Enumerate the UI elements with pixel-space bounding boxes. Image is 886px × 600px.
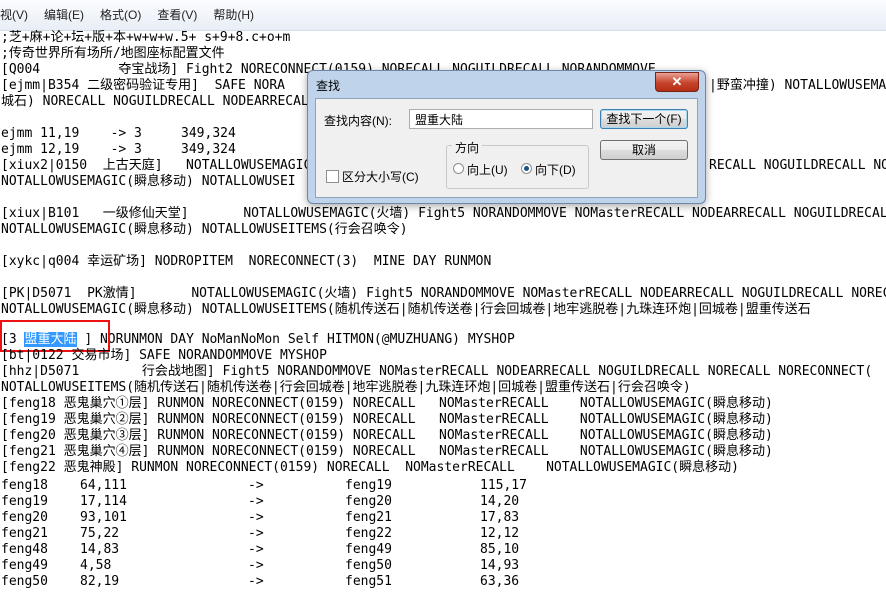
portal-dst-map: feng22	[345, 526, 392, 541]
portal-src-coords: 75,22	[80, 526, 120, 541]
portal-arrow: ->	[248, 526, 264, 541]
portal-arrow: ->	[248, 574, 264, 589]
text-line: [PK|D5071 PK激情] NOTALLOWUSEMAGIC(火墙) Fig…	[1, 286, 886, 301]
portal-dst-map: feng19	[345, 478, 392, 493]
text-line: ;传奇世界所有场所/地图座标配置文件	[1, 46, 225, 61]
portal-src-map: feng21	[1, 526, 48, 541]
close-icon: ✕	[671, 74, 683, 89]
portal-dst-map: feng50	[345, 558, 392, 573]
portal-arrow: ->	[248, 558, 264, 573]
text-line: ;芝+麻+论+坛+版+本+w+w+w.5+ s+9+8.c+o+m	[1, 30, 291, 45]
portal-src-map: feng19	[1, 494, 48, 509]
text-line: 城石) NORECALL NOGUILDRECALL NODEARRECALL	[1, 94, 317, 109]
menu-help[interactable]: 帮助(H)	[209, 0, 266, 30]
text-line: NOTALLOWUSEMAGIC(瞬息移动) NOTALLOWUSEI	[1, 174, 296, 189]
text-line: [xiux|B101 一级修仙天堂] NOTALLOWUSEMAGIC(火墙) …	[1, 206, 886, 221]
cancel-button[interactable]: 取消	[600, 140, 688, 160]
portal-src-map: feng49	[1, 558, 48, 573]
close-button[interactable]: ✕	[655, 72, 699, 92]
direction-up-label: 向上(U)	[467, 163, 508, 177]
portal-src-map: feng20	[1, 510, 48, 525]
text-line: NOTALLOWUSEMAGIC(瞬息移动) NOTALLOWUSEITEMS(…	[1, 302, 811, 317]
portal-dst-map: feng21	[345, 510, 392, 525]
portal-src-map: feng48	[1, 542, 48, 557]
match-case-checkbox[interactable]	[326, 170, 339, 183]
portal-src-coords: 17,114	[80, 494, 127, 509]
text-fragment: RECALL NOGUILDRECALL NO	[709, 158, 886, 173]
text-line: [feng19 恶鬼巢穴②层] RUNMON NORECONNECT(0159)…	[1, 412, 773, 427]
portal-dst-map: feng20	[345, 494, 392, 509]
find-next-button[interactable]: 查找下一个(F)	[600, 109, 688, 129]
portal-dst-coords: 85,10	[480, 542, 520, 557]
portal-dst-coords: 115,17	[480, 478, 527, 493]
match-case-label: 区分大小写(C)	[342, 170, 419, 184]
direction-up-radio[interactable]	[453, 163, 464, 174]
text-line: ejmm 12,19 -> 3 349,324	[1, 142, 236, 157]
portal-src-map: feng50	[1, 574, 48, 589]
portal-dst-map: feng49	[345, 542, 392, 557]
portal-src-coords: 14,83	[80, 542, 120, 557]
text-fragment: |野蛮冲撞) NOTALLOWUSEMAGIC	[709, 78, 886, 93]
text-line: [feng21 恶鬼巢穴④层] RUNMON NORECONNECT(0159)…	[1, 444, 773, 459]
text-line: [hhz|D5071 行会战地图] Fight5 NORANDOMMOVE NO…	[1, 364, 873, 379]
portal-src-coords: 82,19	[80, 574, 120, 589]
text-line: [feng20 恶鬼巢穴③层] RUNMON NORECONNECT(0159)…	[1, 428, 773, 443]
portal-src-coords: 4,58	[80, 558, 112, 573]
portal-arrow: ->	[248, 478, 264, 493]
text-line: [xykc|q004 幸运矿场] NODROPITEM NORECONNECT(…	[1, 254, 492, 269]
text-line: ejmm 11,19 -> 3 349,324	[1, 126, 236, 141]
portal-arrow: ->	[248, 494, 264, 509]
direction-label: 方向	[452, 139, 483, 156]
portal-dst-coords: 17,83	[480, 510, 520, 525]
text-line: NOTALLOWUSEITEMS(随机传送石|随机传送卷|行会回城卷|地牢逃脱卷…	[1, 380, 691, 395]
text-line: [bt|0122 交易市场] SAFE NORANDOMMOVE MYSHOP	[1, 348, 327, 363]
portal-dst-coords: 12,12	[480, 526, 520, 541]
menu-bar: 视(V) 编辑(E) 格式(O) 查看(V) 帮助(H)	[0, 0, 886, 31]
find-dialog: 查找 ✕ 查找内容(N): 查找下一个(F) 取消 方向 向上(U) 向下(D)…	[307, 70, 706, 204]
menu-view[interactable]: 查看(V)	[153, 0, 209, 30]
dialog-body: 查找内容(N): 查找下一个(F) 取消 方向 向上(U) 向下(D) 区分大小…	[315, 98, 698, 198]
text-line: [ejmm|B354 二级密码验证专用] SAFE NORA	[1, 78, 286, 93]
portal-arrow: ->	[248, 510, 264, 525]
text-line: [feng22 恶鬼神殿] RUNMON NORECONNECT(0159) N…	[1, 460, 739, 475]
direction-down-label: 向下(D)	[535, 163, 576, 177]
direction-down-radio[interactable]	[521, 163, 532, 174]
portal-src-map: feng18	[1, 478, 48, 493]
text-line: [feng18 恶鬼巢穴①层] RUNMON NORECONNECT(0159)…	[1, 396, 773, 411]
text-line: [xiux2|0150 上古天庭] NOTALLOWUSEMAGIC	[1, 158, 312, 173]
find-input[interactable]	[409, 109, 593, 129]
portal-dst-map: feng51	[345, 574, 392, 589]
menu-format[interactable]: 格式(O)	[96, 0, 153, 30]
portal-src-coords: 93,101	[80, 510, 127, 525]
menu-view-partial[interactable]: 视(V)	[0, 0, 40, 30]
portal-dst-coords: 63,36	[480, 574, 520, 589]
line-rest: ] NORUNMON DAY NoManNoMon Self HITMON(@M…	[76, 332, 515, 347]
dialog-title: 查找	[316, 79, 341, 93]
find-label: 查找内容(N):	[324, 114, 392, 128]
text-line: NOTALLOWUSEMAGIC(瞬息移动) NOTALLOWUSEITEMS(…	[1, 222, 408, 237]
portal-dst-coords: 14,20	[480, 494, 520, 509]
portal-src-coords: 64,111	[80, 478, 127, 493]
menu-edit[interactable]: 编辑(E)	[40, 0, 96, 30]
portal-dst-coords: 14,93	[480, 558, 520, 573]
portal-arrow: ->	[248, 542, 264, 557]
